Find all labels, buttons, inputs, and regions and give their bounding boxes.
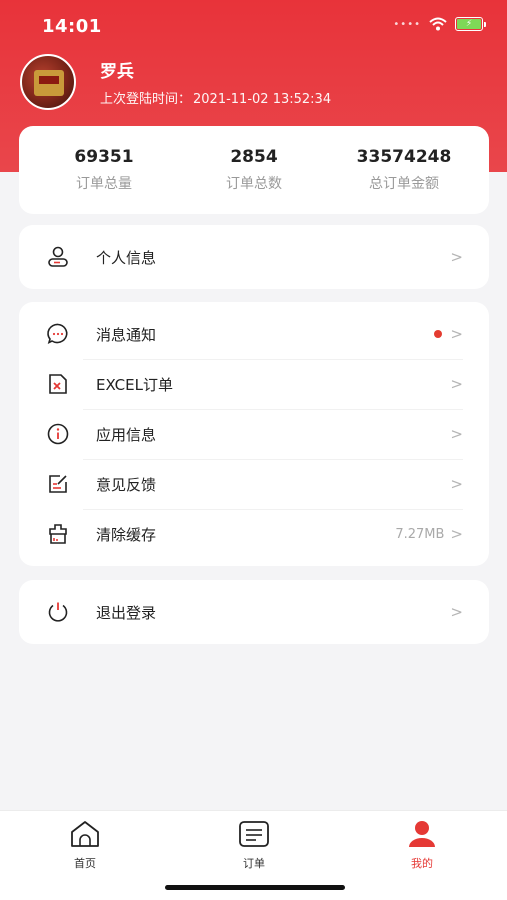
- logout-card: 退出登录 >: [19, 580, 489, 644]
- status-bar: 14:01 •••• ⚡: [0, 0, 507, 50]
- chevron-right-icon: >: [450, 325, 463, 343]
- stat-value: 2854: [230, 147, 278, 167]
- menu-label: 消息通知: [96, 325, 157, 344]
- order-icon: [239, 821, 269, 847]
- stat-label: 总订单金额: [369, 176, 439, 192]
- personal-card: 个人信息 >: [19, 225, 489, 289]
- tab-home[interactable]: 首页: [45, 819, 125, 871]
- cache-size: 7.27MB: [395, 526, 445, 542]
- menu-label: 意见反馈: [96, 475, 157, 494]
- unread-dot: [434, 330, 443, 338]
- chevron-right-icon: >: [450, 475, 463, 493]
- menu-label: 退出登录: [96, 603, 157, 622]
- tab-profile[interactable]: 我的: [382, 819, 462, 871]
- menu-label: 清除缓存: [96, 525, 157, 544]
- status-time: 14:01: [42, 16, 102, 37]
- stat-order-count: 2854 订单总数: [180, 147, 329, 193]
- info-icon: [45, 421, 71, 447]
- profile-icon: [409, 821, 435, 847]
- stat-value: 69351: [74, 147, 134, 167]
- status-indicators: •••• ⚡: [393, 17, 486, 31]
- menu-label: EXCEL订单: [96, 375, 173, 394]
- profile-header[interactable]: 罗兵 上次登陆时间： 2021-11-02 13:52:34: [20, 54, 331, 110]
- last-login: 上次登陆时间： 2021-11-02 13:52:34: [100, 88, 331, 107]
- settings-card: 消息通知 > EXCEL订单 > 应用信息 > 意见反馈 > 清除缓存 7.27…: [19, 302, 489, 566]
- wifi-icon: [429, 17, 447, 31]
- stat-label: 订单总数: [226, 176, 282, 192]
- feedback-icon: [45, 471, 71, 497]
- avatar[interactable]: [20, 54, 76, 110]
- stat-value: 33574248: [356, 147, 452, 167]
- chevron-right-icon: >: [450, 603, 463, 621]
- stat-order-quantity: 69351 订单总量: [30, 147, 179, 193]
- tab-label: 我的: [411, 857, 433, 870]
- last-login-label: 上次登陆时间：: [100, 92, 192, 107]
- tab-label: 首页: [74, 857, 96, 870]
- menu-item-personal-info[interactable]: 个人信息 >: [19, 225, 489, 289]
- tab-label: 订单: [243, 857, 265, 870]
- last-login-time: 2021-11-02 13:52:34: [193, 92, 332, 107]
- menu-label: 个人信息: [96, 248, 157, 267]
- menu-label: 应用信息: [96, 425, 157, 444]
- chevron-right-icon: >: [450, 248, 463, 266]
- menu-item-clear-cache[interactable]: 清除缓存 7.27MB >: [19, 509, 489, 559]
- home-icon: [71, 821, 99, 847]
- menu-item-excel-orders[interactable]: EXCEL订单 >: [19, 359, 489, 409]
- chevron-right-icon: >: [450, 525, 463, 543]
- battery-icon: ⚡: [455, 17, 486, 31]
- clear-cache-icon: [45, 521, 71, 547]
- user-icon: [45, 244, 71, 270]
- stats-card: 69351 订单总量 2854 订单总数 33574248 总订单金额: [19, 126, 489, 214]
- power-icon: [45, 599, 71, 625]
- chevron-right-icon: >: [450, 425, 463, 443]
- message-icon: [45, 321, 71, 347]
- user-name: 罗兵: [100, 62, 134, 82]
- signal-icon: ••••: [393, 18, 421, 30]
- menu-item-app-info[interactable]: 应用信息 >: [19, 409, 489, 459]
- stat-label: 订单总量: [76, 176, 132, 192]
- tab-orders[interactable]: 订单: [214, 819, 294, 871]
- home-indicator[interactable]: [165, 885, 345, 890]
- chevron-right-icon: >: [450, 375, 463, 393]
- excel-icon: [45, 371, 71, 397]
- menu-item-logout[interactable]: 退出登录 >: [19, 580, 489, 644]
- menu-item-feedback[interactable]: 意见反馈 >: [19, 459, 489, 509]
- stat-order-amount: 33574248 总订单金额: [330, 147, 479, 193]
- menu-item-messages[interactable]: 消息通知 >: [19, 309, 489, 359]
